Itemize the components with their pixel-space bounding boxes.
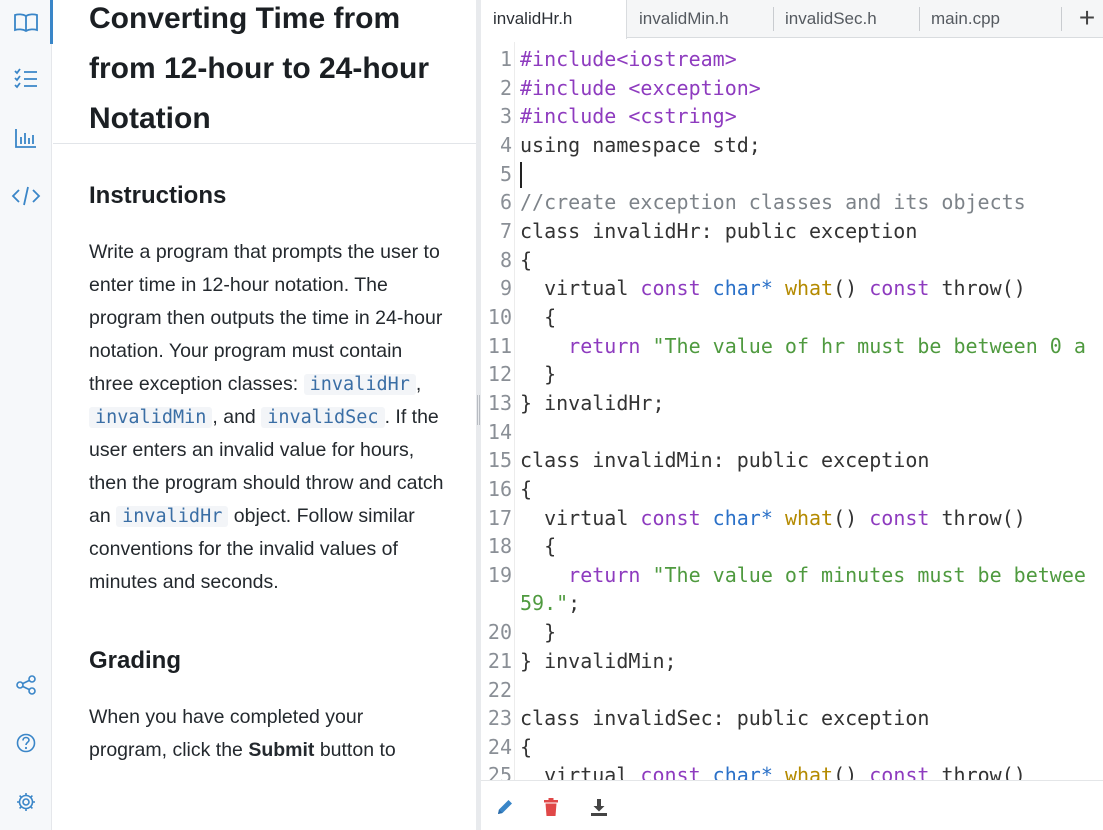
submit-reference: Submit xyxy=(248,739,315,761)
tab-main-cpp[interactable]: main.cpp xyxy=(919,0,1059,38)
line-number-gutter: 1 2 3 4 5 6 7 8 9 10 11 12 13 14 15 16 1… xyxy=(481,42,515,780)
code-line: //create exception classes and its objec… xyxy=(520,190,1026,214)
code-line: } invalidHr; xyxy=(520,391,665,415)
line-number: 1 xyxy=(499,47,512,71)
line-number: 3 xyxy=(499,104,512,128)
text-cursor xyxy=(520,162,522,188)
line-number: 7 xyxy=(499,219,512,243)
code-line: using namespace std; xyxy=(520,133,761,157)
line-number: 16 xyxy=(487,477,512,501)
line-number: 23 xyxy=(487,706,512,730)
help-icon[interactable] xyxy=(0,723,52,763)
code-invalidMin: invalidMin xyxy=(89,407,213,428)
line-number: 11 xyxy=(487,334,512,358)
code-line: return "The value of minutes must be bet… xyxy=(520,563,1086,587)
line-number: 25 xyxy=(487,763,512,780)
line-number: 5 xyxy=(499,162,512,186)
line-number: 22 xyxy=(487,678,512,702)
code-line: class invalidSec: public exception xyxy=(520,706,930,730)
line-number: 21 xyxy=(487,649,512,673)
lesson-title: Converting Time from from 12-hour to 24-… xyxy=(89,2,430,135)
line-number: 10 xyxy=(487,305,512,329)
lesson-header: Converting Time from from 12-hour to 24-… xyxy=(53,0,478,144)
code-line-wrap: 59."; xyxy=(520,591,581,615)
code-line: class invalidMin: public exception xyxy=(520,448,930,472)
icon-rail xyxy=(0,0,53,830)
code-line: { xyxy=(520,305,557,329)
download-icon[interactable] xyxy=(587,795,611,819)
code-line: { xyxy=(520,534,557,558)
line-number: 15 xyxy=(487,448,512,472)
code-area[interactable]: 1 2 3 4 5 6 7 8 9 10 11 12 13 14 15 16 1… xyxy=(481,42,1103,780)
code-line: { xyxy=(520,248,533,272)
settings-icon[interactable] xyxy=(0,782,52,822)
line-number: 17 xyxy=(487,506,512,530)
tab-invalidHr-h[interactable]: invalidHr.h xyxy=(481,0,627,39)
line-number: 9 xyxy=(499,276,512,300)
line-number: 18 xyxy=(487,534,512,558)
instructions-heading: Instructions xyxy=(89,182,227,209)
chart-icon[interactable] xyxy=(0,118,52,158)
line-number: 13 xyxy=(487,391,512,415)
book-icon[interactable] xyxy=(0,2,52,42)
code-invalidHr: invalidHr xyxy=(303,374,416,395)
line-number: 6 xyxy=(499,190,512,214)
share-icon[interactable] xyxy=(0,665,52,705)
line-number: 20 xyxy=(487,620,512,644)
line-number: 12 xyxy=(487,362,512,386)
code-invalidSec: invalidSec xyxy=(261,407,385,428)
line-number: 14 xyxy=(487,420,512,444)
instructions-text: Write a program that prompts the user to… xyxy=(89,241,444,593)
editor-tab-bar: invalidHr.h invalidMin.h invalidSec.h ma… xyxy=(481,0,1103,39)
code-line: class invalidHr: public exception xyxy=(520,219,918,243)
grading-heading: Grading xyxy=(89,647,182,674)
code-line: #include <exception> xyxy=(520,76,761,100)
tab-invalidSec-h[interactable]: invalidSec.h xyxy=(773,0,919,38)
line-number: 24 xyxy=(487,735,512,759)
add-tab-button[interactable]: + xyxy=(1071,0,1103,38)
code-line: #include <cstring> xyxy=(520,104,737,128)
line-number: 19 xyxy=(487,563,512,587)
instructions-pane: Converting Time from from 12-hour to 24-… xyxy=(53,0,478,830)
pencil-icon[interactable] xyxy=(493,795,517,819)
code-line: } xyxy=(520,362,557,386)
line-number: 2 xyxy=(499,76,512,100)
tab-separator xyxy=(1061,7,1062,31)
lesson-content: Instructions Write a program that prompt… xyxy=(89,178,444,767)
code-line: virtual const char* what() const throw() xyxy=(520,763,1026,780)
line-number: 4 xyxy=(499,133,512,157)
tab-invalidMin-h[interactable]: invalidMin.h xyxy=(627,0,773,38)
line-number: 8 xyxy=(499,248,512,272)
code-line: { xyxy=(520,477,533,501)
trash-icon[interactable] xyxy=(539,795,563,819)
code-icon[interactable] xyxy=(0,176,52,216)
code-editor: invalidHr.h invalidMin.h invalidSec.h ma… xyxy=(481,0,1103,830)
grading-text: When you have completed your program, cl… xyxy=(89,706,396,761)
code-line: virtual const char* what() const throw() xyxy=(520,276,1026,300)
list-icon[interactable] xyxy=(0,58,52,98)
editor-footer xyxy=(481,780,1103,830)
code-line: } xyxy=(520,620,557,644)
code-invalidHr-2: invalidHr xyxy=(116,506,229,527)
code-line: return "The value of hr must be between … xyxy=(520,334,1086,358)
code-line: #include<iostream> xyxy=(520,47,737,71)
code-line: } invalidMin; xyxy=(520,649,677,673)
code-line: virtual const char* what() const throw() xyxy=(520,506,1026,530)
code-line: { xyxy=(520,735,533,759)
